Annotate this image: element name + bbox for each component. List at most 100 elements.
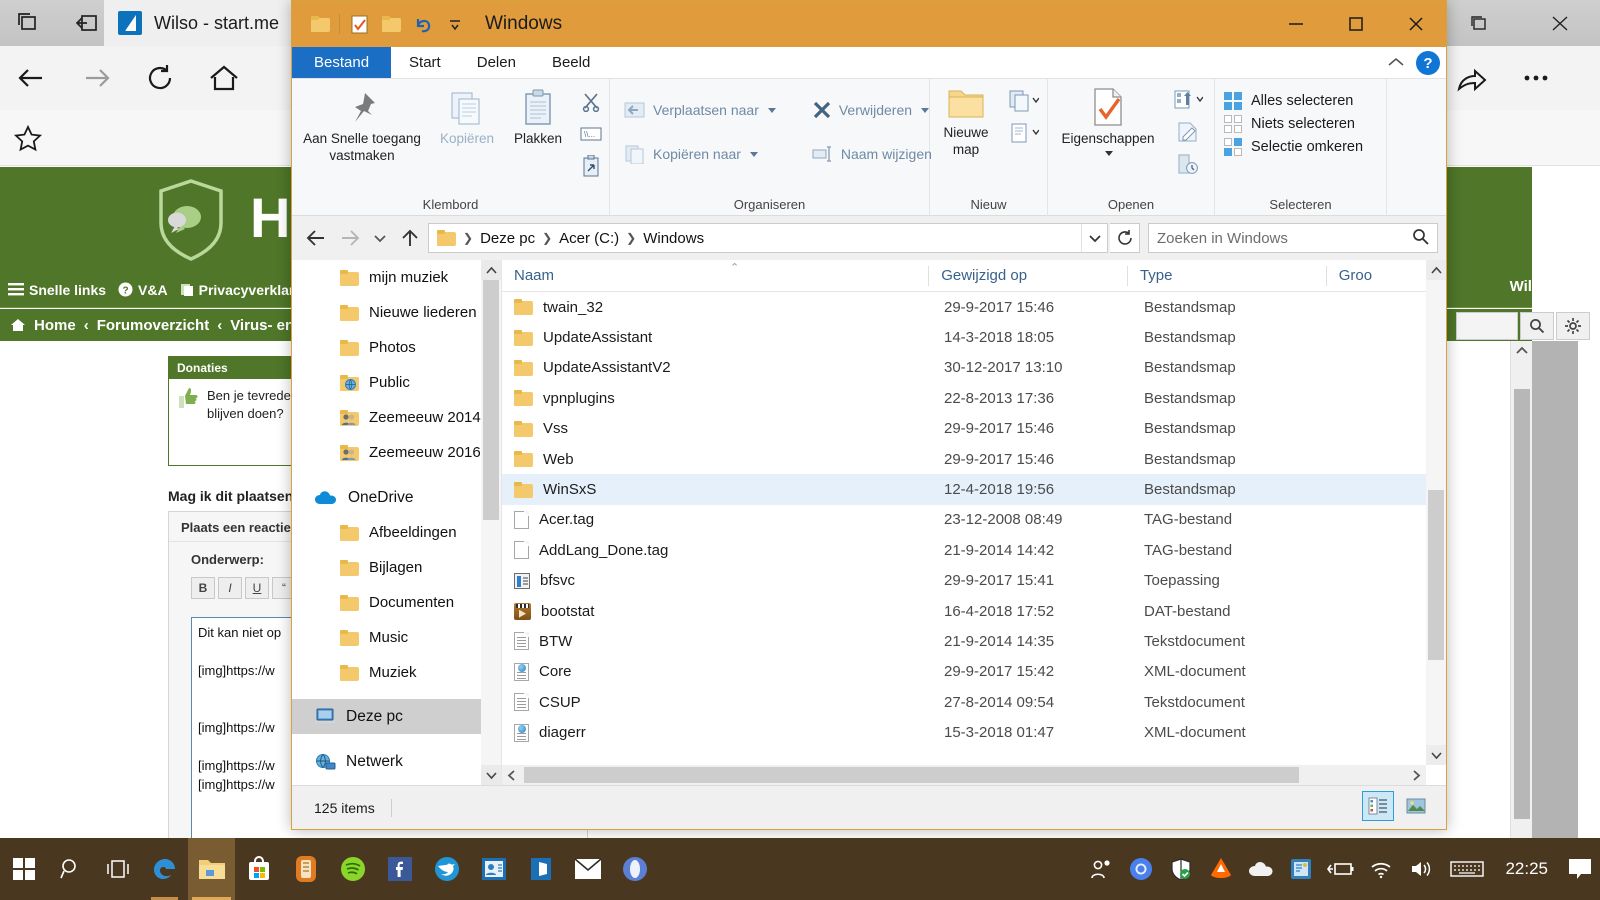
breadcrumb-path[interactable]: ❯ Deze pc ❯ Acer (C:) ❯ Windows (428, 223, 1108, 253)
rename-button[interactable]: Naam wijzigen (804, 137, 940, 171)
back-arrow-icon[interactable] (0, 46, 64, 110)
table-row[interactable]: UpdateAssistant 14-3-2018 18:05 Bestands… (502, 322, 1446, 352)
forum-nav-item[interactable]: Snelle links (8, 282, 106, 298)
tab-start[interactable]: Start (391, 47, 459, 78)
nav-item-music[interactable]: Music (292, 620, 501, 655)
taskbar-blue-bird-app[interactable] (423, 838, 470, 900)
scroll-left-icon[interactable] (502, 765, 522, 785)
nav-item-netwerk[interactable]: Netwerk (292, 744, 501, 779)
table-row[interactable]: bootstat 16-4-2018 17:52 DAT-bestand (502, 596, 1446, 626)
taskbar-microsoft-store[interactable] (235, 838, 282, 900)
onedrive-tray-icon[interactable] (1241, 838, 1281, 900)
chrome-icon[interactable] (1121, 838, 1161, 900)
scrollbar-thumb[interactable] (1428, 490, 1444, 660)
table-row[interactable]: diagerr 15-3-2018 01:47 XML-document (502, 717, 1446, 747)
windows-defender-icon[interactable] (1161, 838, 1201, 900)
file-list-scrollbar[interactable] (1426, 260, 1446, 765)
table-row[interactable]: CSUP 27-8-2014 09:54 Tekstdocument (502, 687, 1446, 717)
intel-graphics-icon[interactable] (1281, 838, 1321, 900)
details-view-icon[interactable] (1362, 791, 1394, 821)
star-icon[interactable] (0, 110, 56, 166)
forum-search-input[interactable] (1456, 312, 1518, 340)
keyboard-icon[interactable] (1441, 838, 1493, 900)
nav-item-onedrive[interactable]: OneDrive (292, 480, 501, 515)
open-with-icon[interactable] (1168, 85, 1208, 115)
scroll-up-icon[interactable] (1426, 260, 1446, 280)
nav-item-public[interactable]: Public (292, 365, 501, 400)
copy-button[interactable]: Kopiëren (432, 85, 502, 152)
breadcrumb-item-deze-pc[interactable]: Deze pc (480, 230, 535, 247)
table-row[interactable]: BTW 21-9-2014 14:35 Tekstdocument (502, 626, 1446, 656)
help-icon[interactable]: ? (1416, 51, 1440, 75)
column-header-type[interactable]: Type (1128, 260, 1327, 292)
search-icon[interactable] (1520, 312, 1554, 340)
undo-icon[interactable] (407, 7, 439, 41)
taskbar-office[interactable] (517, 838, 564, 900)
underline-button[interactable]: U (245, 577, 269, 599)
chevron-down-icon[interactable] (749, 151, 758, 157)
invert-selection-button[interactable]: Selectie omkeren (1223, 137, 1363, 157)
minimize-icon[interactable] (1266, 1, 1326, 47)
start-button[interactable] (0, 838, 47, 900)
nav-item-afbeeldingen[interactable]: Afbeeldingen (292, 515, 501, 550)
breadcrumb-item-acer-c[interactable]: Acer (C:) (559, 230, 619, 247)
bold-button[interactable]: B (191, 577, 215, 599)
paste-button[interactable]: Plakken (502, 85, 574, 152)
chevron-down-icon[interactable] (1081, 224, 1107, 252)
nav-item-photos[interactable]: Photos (292, 330, 501, 365)
recent-locations-icon[interactable] (368, 222, 392, 254)
column-header-gewijzigd-op[interactable]: Gewijzigd op (929, 260, 1128, 292)
battery-icon[interactable] (1321, 838, 1361, 900)
chevron-down-icon[interactable] (1105, 150, 1113, 156)
table-row-selected[interactable]: WinSxS 12-4-2018 19:56 Bestandsmap (502, 474, 1446, 505)
avast-icon[interactable] (1201, 838, 1241, 900)
wifi-icon[interactable] (1361, 838, 1401, 900)
chevron-down-icon[interactable] (921, 107, 930, 113)
search-button[interactable] (47, 838, 94, 900)
scroll-right-icon[interactable] (1406, 765, 1426, 785)
taskbar-facebook[interactable] (376, 838, 423, 900)
new-item-icon[interactable] (1002, 87, 1046, 117)
breadcrumb-item[interactable]: Forumoverzicht (97, 317, 210, 334)
taskbar-opera[interactable] (611, 838, 658, 900)
gear-icon[interactable] (1556, 312, 1590, 340)
tab-beeld[interactable]: Beeld (534, 47, 608, 78)
tab-delen[interactable]: Delen (459, 47, 534, 78)
taskbar-orange-app[interactable] (282, 838, 329, 900)
taskbar-file-explorer[interactable] (188, 838, 235, 900)
scroll-up-icon[interactable] (481, 260, 501, 280)
cut-icon[interactable] (574, 87, 608, 117)
nav-item-zeemeeuw-2014[interactable]: Zeemeeuw 2014 (292, 400, 501, 435)
scroll-down-icon[interactable] (481, 765, 501, 785)
task-view-button[interactable] (94, 838, 141, 900)
search-input[interactable]: Zoeken in Windows (1148, 223, 1438, 253)
scroll-up-icon[interactable] (1511, 341, 1532, 361)
nav-item-zeemeeuw-2016[interactable]: Zeemeeuw 2016 (292, 435, 501, 470)
table-row[interactable]: Core 29-9-2017 15:42 XML-document (502, 657, 1446, 687)
pin-to-quick-access-button[interactable]: Aan Snelle toegang vastmaken (292, 85, 432, 169)
action-center-icon[interactable] (1560, 838, 1600, 900)
browser-close-icon[interactable] (1520, 0, 1600, 46)
scroll-down-icon[interactable] (1426, 745, 1446, 765)
table-row[interactable]: bfsvc 29-9-2017 15:41 Toepassing (502, 566, 1446, 596)
scrollbar-thumb[interactable] (524, 767, 1299, 783)
share-icon[interactable] (1440, 46, 1504, 110)
italic-button[interactable]: I (218, 577, 242, 599)
taskbar-edge[interactable] (141, 838, 188, 900)
table-row[interactable]: vpnplugins 22-8-2013 17:36 Bestandsmap (502, 383, 1446, 413)
clock[interactable]: 22:25 (1493, 859, 1560, 879)
new-folder-icon[interactable] (375, 7, 407, 41)
collapse-ribbon-icon[interactable] (1386, 55, 1406, 72)
back-arrow-icon[interactable] (300, 222, 332, 254)
easy-access-icon[interactable] (1002, 119, 1046, 149)
copy-to-button[interactable]: Kopiëren naar (616, 137, 784, 171)
column-header-naam[interactable]: Naam (502, 260, 930, 292)
scrollbar-thumb[interactable] (1514, 389, 1530, 819)
nav-item-nieuwe-liederen[interactable]: Nieuwe liederen (292, 295, 501, 330)
taskbar-spotify[interactable] (329, 838, 376, 900)
table-row[interactable]: AddLang_Done.tag 21-9-2014 14:42 TAG-bes… (502, 535, 1446, 565)
up-arrow-icon[interactable] (394, 222, 426, 254)
move-to-button[interactable]: Verplaatsen naar (616, 93, 784, 127)
people-icon[interactable] (1081, 838, 1121, 900)
chevron-down-icon[interactable] (767, 107, 776, 113)
